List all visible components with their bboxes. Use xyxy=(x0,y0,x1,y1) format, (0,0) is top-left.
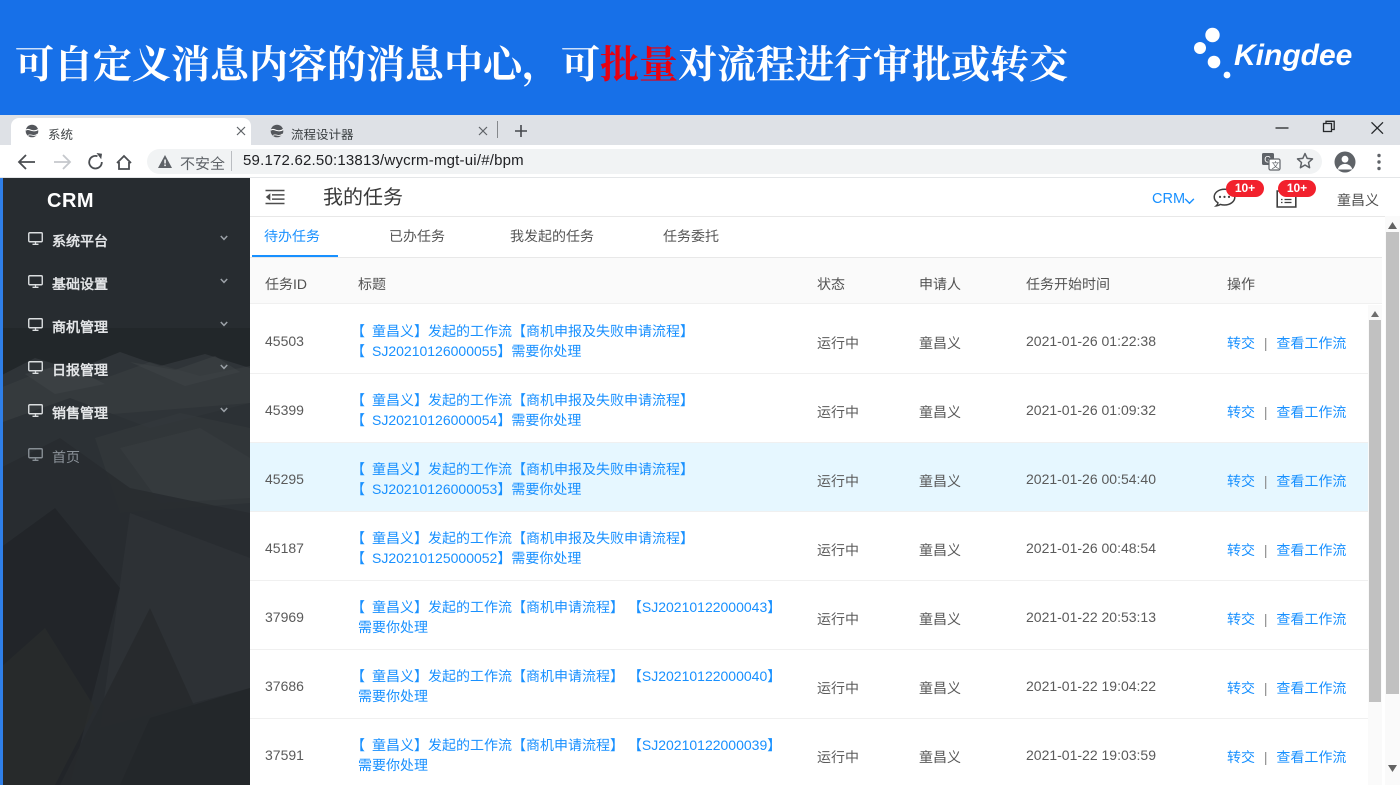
svg-text:文: 文 xyxy=(1272,160,1280,170)
svg-text:Kingdee: Kingdee xyxy=(1234,39,1352,72)
